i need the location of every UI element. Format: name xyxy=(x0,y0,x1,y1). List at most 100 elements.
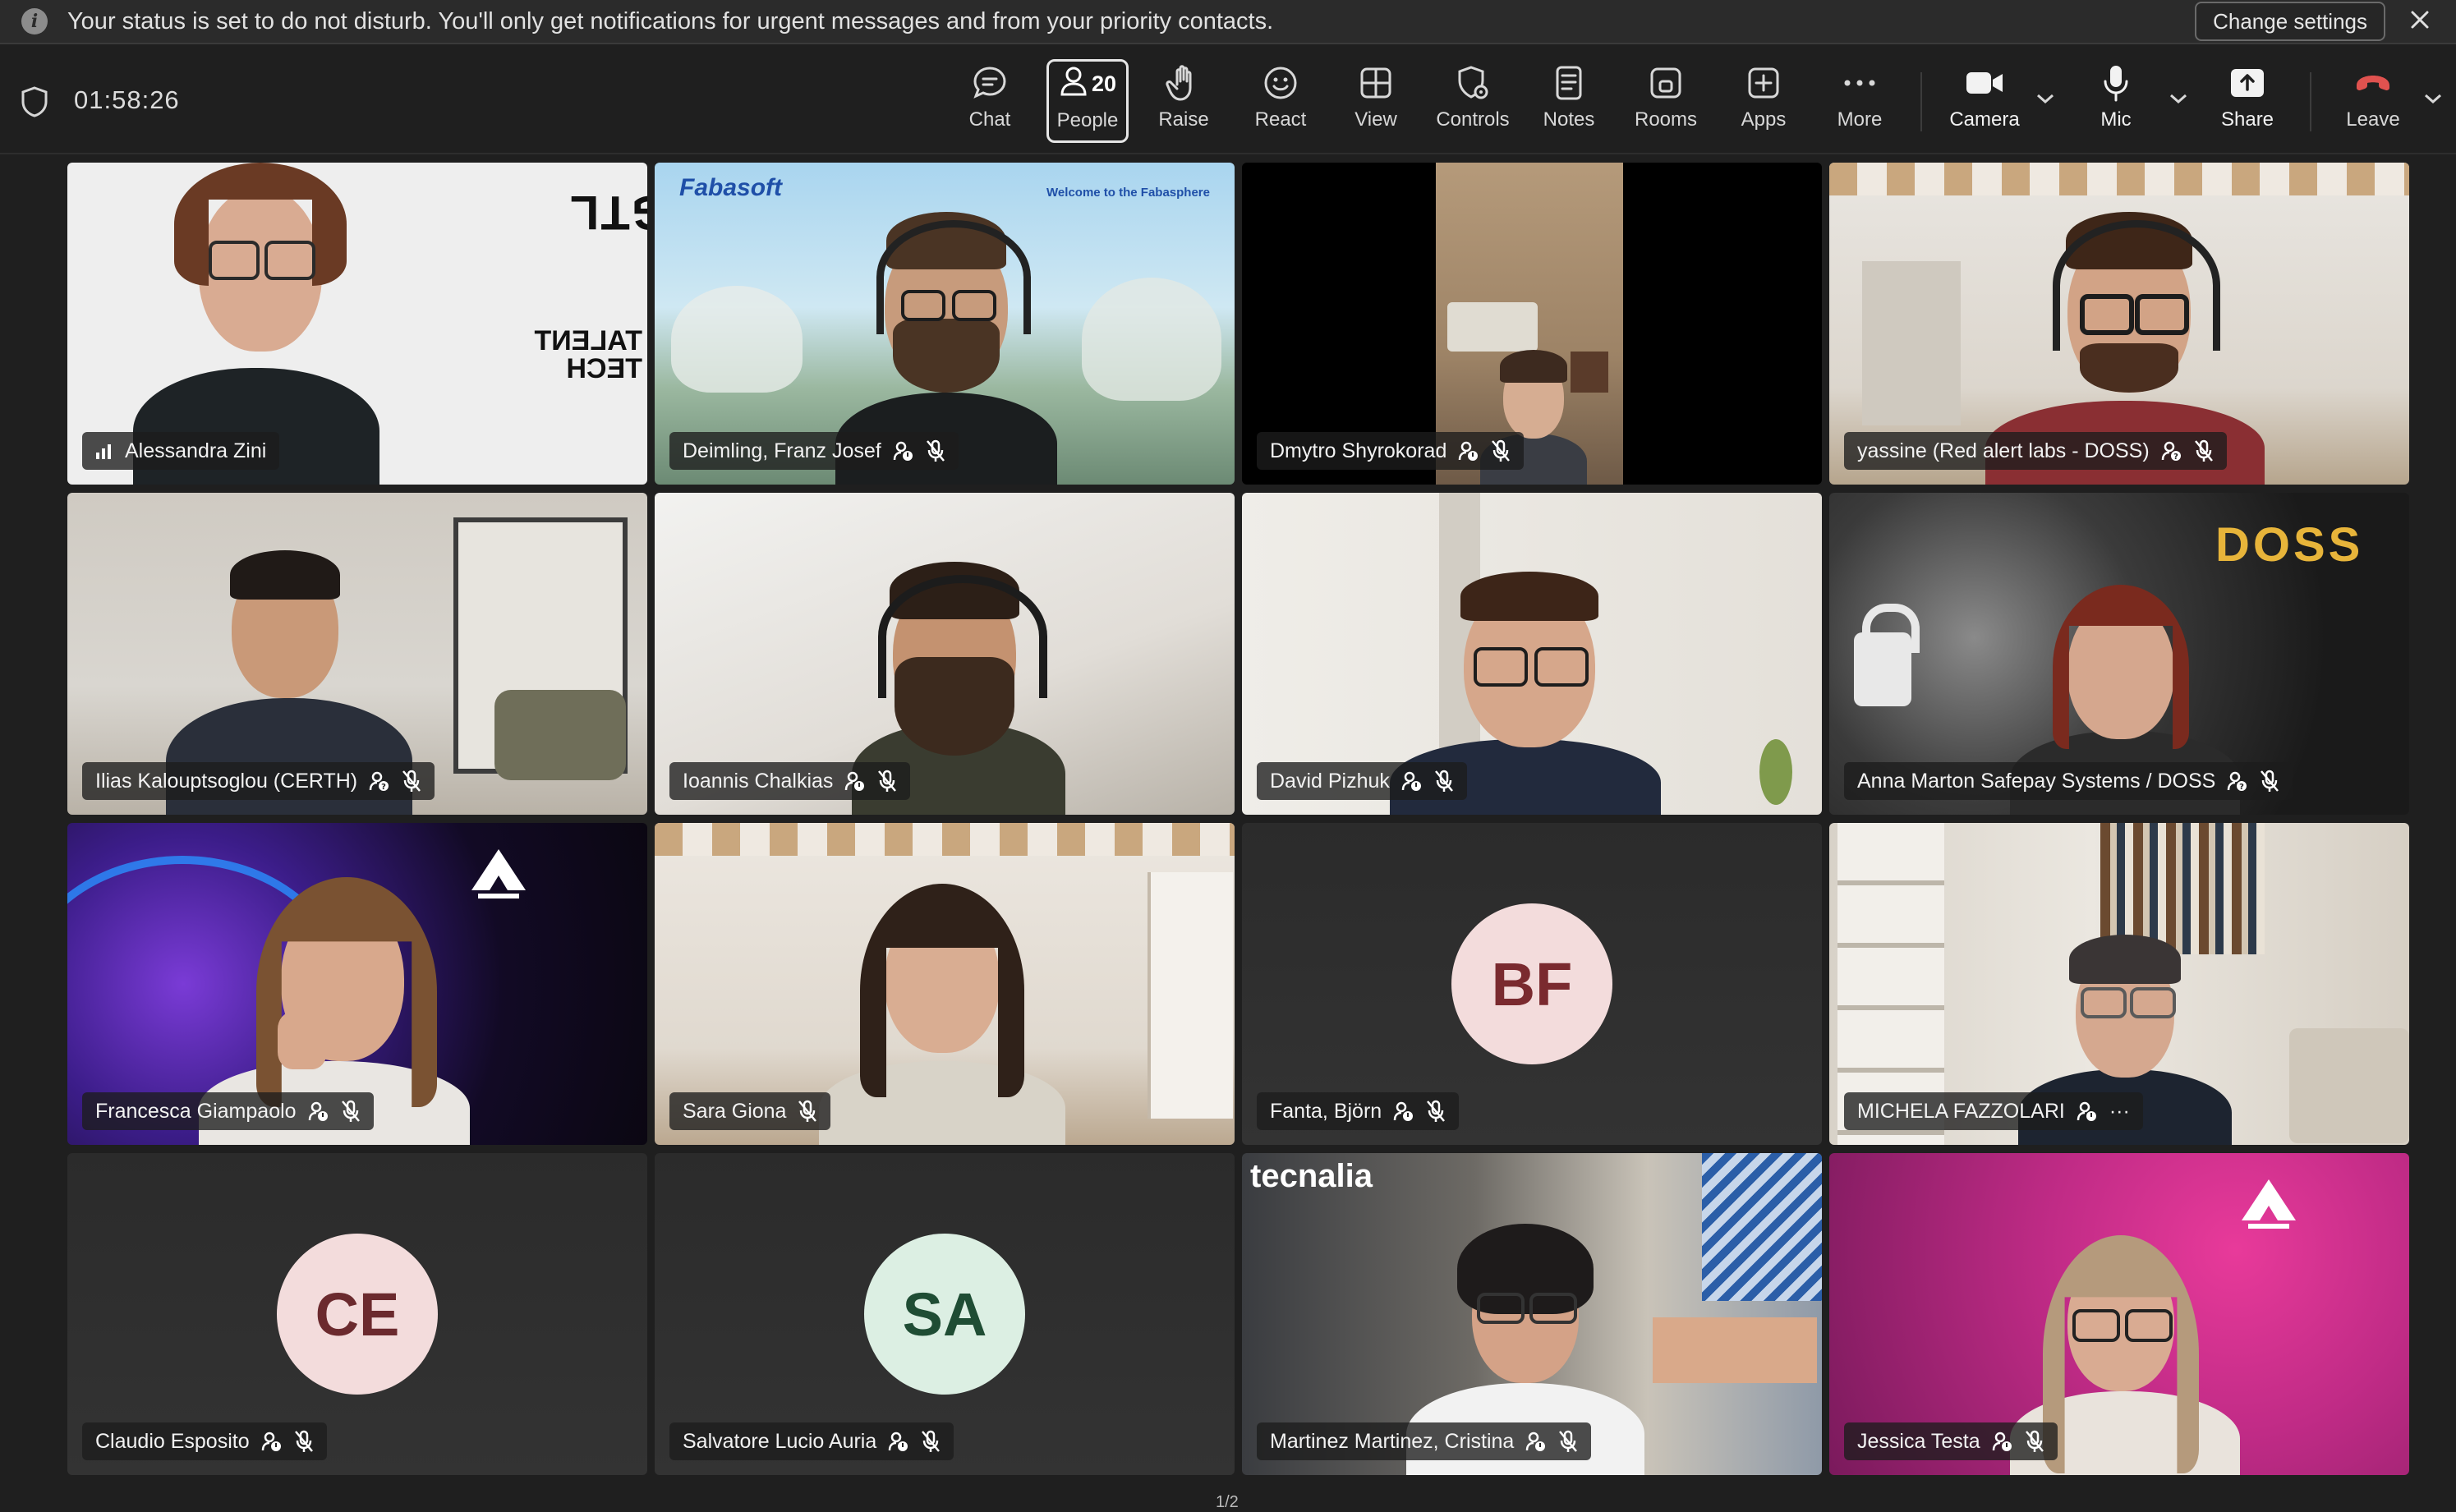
avatar: SA xyxy=(864,1234,1025,1395)
svg-text:?: ? xyxy=(2173,453,2178,462)
rooms-button[interactable]: Rooms xyxy=(1635,61,1697,136)
grid-view-icon xyxy=(1359,61,1393,105)
participant-name: Francesca Giampaolo xyxy=(95,1099,297,1123)
apps-button[interactable]: Apps xyxy=(1740,61,1787,136)
bg-text: TALENT TECH xyxy=(534,325,642,384)
bg-logo: tecnalia xyxy=(1250,1158,1373,1194)
video-tile[interactable]: tecnalia Martinez Martinez, Cristina xyxy=(1242,1153,1822,1475)
avatar: BF xyxy=(1451,903,1612,1064)
mic-icon xyxy=(2101,61,2131,105)
gallery-pager[interactable]: 1/2 xyxy=(1216,1493,1239,1512)
more-icon xyxy=(1842,61,1877,105)
camera-button[interactable]: Camera xyxy=(1948,61,2021,136)
participant-nametag: Ioannis Chalkias xyxy=(669,762,911,800)
avatar: CE xyxy=(277,1234,438,1395)
notes-button[interactable]: Notes xyxy=(1543,61,1595,136)
video-tile[interactable]: David Pizhuk xyxy=(1242,493,1822,815)
mic-muted-icon xyxy=(341,1100,361,1123)
mic-muted-icon xyxy=(1558,1430,1578,1453)
do-not-disturb-badge-icon xyxy=(893,440,914,462)
controls-button[interactable]: Controls xyxy=(1434,61,1511,136)
people-button[interactable]: 20 People xyxy=(1046,59,1129,143)
video-tile[interactable]: BF Fanta, Björn xyxy=(1242,823,1822,1145)
participant-nametag: Claudio Esposito xyxy=(82,1422,327,1460)
participant-nametag: Alessandra Zini xyxy=(82,432,280,470)
shield-icon xyxy=(20,85,49,122)
svg-text:?: ? xyxy=(2239,783,2244,792)
participant-nametag: Fanta, Björn xyxy=(1257,1092,1460,1130)
mic-options-chevron-icon[interactable] xyxy=(2169,92,2188,109)
mic-button[interactable]: Mic xyxy=(2095,61,2137,136)
logo-icon xyxy=(2240,1178,2297,1234)
do-not-disturb-badge-icon xyxy=(2077,1101,2098,1122)
react-button[interactable]: React xyxy=(1253,61,1308,136)
video-tile[interactable]: Jessica Testa xyxy=(1829,1153,2409,1475)
notes-icon xyxy=(1553,61,1584,105)
participant-name: Ioannis Chalkias xyxy=(683,769,834,793)
participant-name: Fanta, Björn xyxy=(1270,1099,1382,1123)
mic-muted-icon xyxy=(926,439,945,462)
leave-button[interactable]: Leave xyxy=(2346,61,2400,136)
share-button[interactable]: Share xyxy=(2221,61,2274,136)
video-tile[interactable]: Sara Giona xyxy=(655,823,1235,1145)
video-tile[interactable]: Ioannis Chalkias xyxy=(655,493,1235,815)
raise-hand-button[interactable]: Raise xyxy=(1155,61,1212,136)
mic-muted-icon xyxy=(798,1100,817,1123)
camera-icon xyxy=(1964,61,2005,105)
participant-name: Dmytro Shyrokorad xyxy=(1270,439,1447,462)
participant-count: 20 xyxy=(1091,71,1117,96)
chat-icon xyxy=(971,61,1009,105)
do-not-disturb-badge-icon xyxy=(1992,1431,2013,1452)
video-tile[interactable]: MICHELA FAZZOLARI ··· xyxy=(1829,823,2409,1145)
video-tile[interactable]: yassine (Red alert labs - DOSS) ? xyxy=(1829,163,2409,485)
participant-name: Jessica Testa xyxy=(1857,1429,1980,1453)
do-not-disturb-badge-icon xyxy=(888,1431,909,1452)
participant-name: Salvatore Lucio Auria xyxy=(683,1429,877,1453)
participant-nametag: Jessica Testa xyxy=(1844,1422,2058,1460)
signal-bars-icon xyxy=(95,443,113,459)
emoji-icon xyxy=(1262,61,1299,105)
bg-banner: Welcome to the Fabasphere xyxy=(1046,186,1210,200)
call-timer: 01:58:26 xyxy=(74,85,180,114)
participant-nametag: Martinez Martinez, Cristina xyxy=(1257,1422,1592,1460)
participant-nametag: Francesca Giampaolo xyxy=(82,1092,374,1130)
video-tile[interactable]: SA Salvatore Lucio Auria xyxy=(655,1153,1235,1475)
close-icon[interactable] xyxy=(2402,2,2438,38)
leave-options-chevron-icon[interactable] xyxy=(2423,92,2443,109)
video-tile[interactable]: DGTL TALENT TECH Alessandra Zini xyxy=(67,163,647,485)
participant-name: Deimling, Franz Josef xyxy=(683,439,881,462)
participant-nametag: yassine (Red alert labs - DOSS) ? xyxy=(1844,432,2227,470)
video-tile[interactable]: Ilias Kalouptsoglou (CERTH) ? xyxy=(67,493,647,815)
dnd-message: Your status is set to do not disturb. Yo… xyxy=(67,7,1274,34)
do-not-disturb-badge-icon xyxy=(1401,770,1423,792)
toolbar-divider xyxy=(2310,72,2311,131)
more-options-indicator[interactable]: ··· xyxy=(2109,1100,2130,1124)
video-tile[interactable]: Francesca Giampaolo xyxy=(67,823,647,1145)
status-unknown-badge-icon: ? xyxy=(2161,440,2182,462)
participant-name: Ilias Kalouptsoglou (CERTH) xyxy=(95,769,358,793)
bg-logo: DGTL xyxy=(568,186,647,239)
video-tile[interactable]: CE Claudio Esposito xyxy=(67,1153,647,1475)
participant-name: David Pizhuk xyxy=(1270,769,1390,793)
toolbar-divider xyxy=(1920,72,1922,131)
status-unknown-badge-icon: ? xyxy=(369,770,390,792)
participant-name: Alessandra Zini xyxy=(125,439,267,462)
camera-options-chevron-icon[interactable] xyxy=(2035,92,2055,109)
more-button[interactable]: More xyxy=(1835,61,1884,136)
view-button[interactable]: View xyxy=(1353,61,1399,136)
participant-nametag: David Pizhuk xyxy=(1257,762,1467,800)
do-not-disturb-badge-icon xyxy=(308,1101,329,1122)
participant-name: Martinez Martinez, Cristina xyxy=(1270,1429,1515,1453)
mic-muted-icon xyxy=(1426,1100,1446,1123)
chat-button[interactable]: Chat xyxy=(968,61,1012,136)
people-icon xyxy=(1059,65,1088,103)
mic-muted-icon xyxy=(2194,439,2214,462)
video-tile[interactable]: Fabasoft Welcome to the Fabasphere Deiml… xyxy=(655,163,1235,485)
raise-hand-icon xyxy=(1166,61,1202,105)
participant-nametag: Deimling, Franz Josef xyxy=(669,432,959,470)
video-tile[interactable]: DOSS Anna Marton Safepay Systems / DOSS … xyxy=(1829,493,2409,815)
change-settings-button[interactable]: Change settings xyxy=(2195,2,2385,41)
mic-muted-icon xyxy=(877,770,897,793)
meeting-toolbar: 01:58:26 Chat 20 People Raise React View… xyxy=(0,44,2456,154)
video-tile[interactable]: Dmytro Shyrokorad xyxy=(1242,163,1822,485)
